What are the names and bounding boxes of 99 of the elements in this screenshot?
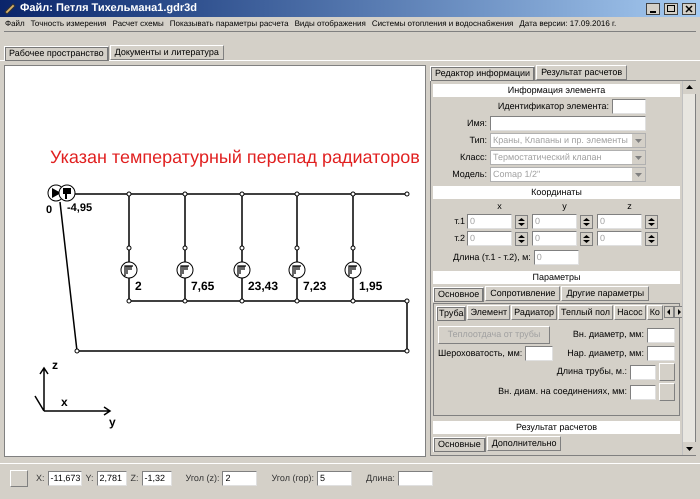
small-button[interactable] (659, 383, 675, 401)
tab[interactable]: Насос (614, 305, 646, 320)
field-label: Длина: (366, 472, 395, 485)
tab[interactable]: Документы и литература (110, 45, 224, 60)
section-header: Координаты (433, 186, 680, 199)
tab[interactable]: Редактор информации (430, 66, 536, 81)
input-field[interactable] (525, 346, 554, 361)
spinner-icon[interactable] (645, 232, 658, 246)
tab[interactable]: Сопротивление (485, 286, 560, 301)
input-field[interactable]: -11,673 (48, 471, 82, 486)
field-label: Класс: (459, 150, 487, 164)
menu-item[interactable]: Точность измерения (30, 18, 106, 30)
input-field[interactable]: -1,32 (142, 471, 172, 486)
field-label: Угол (z): (186, 472, 220, 485)
axis-label: z (52, 358, 58, 372)
tab[interactable]: Другие параметры (561, 286, 650, 301)
close-icon[interactable] (682, 2, 696, 14)
field-label: Длина трубы, м.: (556, 365, 627, 378)
caret-icon[interactable] (632, 134, 645, 147)
input-field[interactable] (398, 471, 433, 486)
input-field[interactable] (647, 328, 675, 342)
small-button[interactable] (659, 363, 675, 381)
input-field[interactable] (630, 384, 656, 400)
field-label: Нар. диаметр, мм: (567, 346, 644, 360)
field-label: Вн. диаметр, мм: (572, 328, 644, 342)
axis-label: x (61, 395, 68, 409)
spinner-icon[interactable] (515, 232, 528, 246)
field-label: Идентификатор элемента: (498, 100, 609, 113)
spinner-icon[interactable] (580, 214, 593, 228)
small-button[interactable] (10, 470, 28, 487)
column-label: x (496, 201, 503, 212)
maximize-icon[interactable] (664, 2, 678, 14)
tab[interactable]: Основные (433, 437, 486, 452)
app-icon (4, 2, 16, 14)
column-label: y (561, 201, 568, 212)
menu-item[interactable]: Файл (5, 18, 25, 30)
section-header: Информация элемента (433, 84, 680, 97)
field-label: т.1 (453, 214, 465, 228)
tab[interactable]: Теплый пол (558, 305, 614, 320)
input-field[interactable] (490, 116, 646, 131)
input-field[interactable] (647, 346, 675, 361)
spinner-icon[interactable] (515, 214, 528, 228)
input-field[interactable]: 2 (222, 471, 258, 486)
field-label: X: (36, 472, 45, 485)
input-field[interactable]: 2,781 (96, 471, 127, 486)
caption-overlay: Указан температурный перепад радиаторов (50, 146, 420, 168)
tab[interactable]: Элемент (467, 305, 510, 320)
tab[interactable]: Труба (436, 306, 466, 321)
menu-item[interactable]: Виды отображения (294, 18, 366, 30)
field-label: Y: (86, 472, 94, 485)
tab-scroll-arrows-icon[interactable] (664, 306, 684, 318)
field-label: Угол (гор): (271, 472, 314, 485)
field-label: Z: (130, 472, 139, 485)
field-label: Имя: (466, 116, 487, 130)
menu-item[interactable]: Показывать параметры расчета (170, 18, 289, 30)
node-label: 0 (46, 204, 52, 216)
input-field[interactable]: 5 (317, 471, 352, 486)
section-header: Результат расчетов (433, 421, 680, 434)
radiator-icon (176, 262, 194, 278)
scrollbar[interactable] (682, 81, 695, 455)
radiator-icon (120, 262, 138, 278)
field-label: Вн. диам. на соединениях, мм: (498, 385, 627, 398)
spinner-icon[interactable] (580, 232, 593, 246)
column-label: z (626, 201, 633, 212)
minimize-icon[interactable] (646, 2, 660, 14)
tab[interactable]: Дополнительно (486, 436, 562, 451)
tab[interactable]: Основное (433, 287, 484, 302)
window-title: Файл: Петля Тихельмана1.gdr3d (20, 1, 197, 16)
field-label: т.2 (453, 232, 465, 245)
radiator-icon (344, 262, 362, 278)
radiator-icon (288, 262, 306, 278)
caret-icon[interactable] (632, 168, 645, 181)
field-label: Шероховатость, мм: (438, 346, 522, 360)
tab[interactable]: Ко (646, 305, 663, 320)
node-label: -4,95 (67, 202, 92, 214)
temperature-label: 23,43 (248, 279, 278, 293)
valve-icon (58, 184, 76, 202)
field-label: Длина (т.1 - т.2), м: (453, 250, 531, 264)
input-field[interactable] (612, 99, 646, 114)
tab[interactable]: Результат расчетов (536, 65, 628, 80)
scroll-up-icon[interactable] (683, 81, 696, 94)
temperature-label: 1,95 (359, 279, 382, 293)
field-label: Тип: (468, 134, 487, 147)
temperature-label: 7,23 (303, 279, 326, 293)
section-header: Параметры (433, 271, 680, 284)
radiator-icon (234, 262, 250, 278)
temperature-label: 7,65 (191, 279, 214, 293)
tab[interactable]: Радиатор (511, 305, 557, 320)
caret-icon[interactable] (632, 151, 645, 164)
scroll-down-icon[interactable] (683, 442, 696, 455)
temperature-label: 2 (135, 279, 142, 293)
field-label: Модель: (451, 168, 487, 181)
tab[interactable]: Рабочее пространство (4, 46, 109, 61)
axis-label: y (109, 415, 116, 429)
input-field[interactable] (630, 364, 656, 380)
spinner-icon[interactable] (645, 214, 658, 228)
menu-item[interactable]: Расчет схемы (112, 18, 164, 30)
menu-item[interactable]: Системы отопления и водоснабжения (372, 18, 514, 30)
menu-item[interactable]: Дата версии: 17.09.2016 г. (519, 18, 616, 30)
